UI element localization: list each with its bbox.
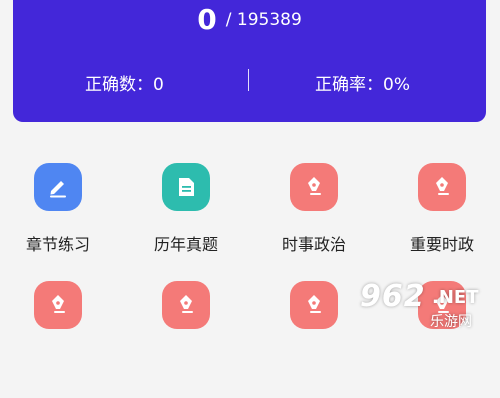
pen-nib-icon [290,163,338,211]
menu-item-label: 历年真题 [128,231,244,255]
pen-nib-icon [418,163,466,211]
pencil-lines-icon [34,163,82,211]
document-icon [162,163,210,211]
total-questions: / 195389 [226,10,302,30]
watermark-brand: 乐游网 [430,311,472,331]
menu-item-label: 重要时政 [384,231,500,255]
menu-item-key-politics[interactable]: 重要时政 [384,160,500,280]
stats-card: 0 / 195389 正确数：0 正确率：0% [13,0,486,122]
pen-nib-icon [34,281,82,329]
menu-item-current-affairs[interactable]: 时事政治 [256,160,384,280]
menu-item-chapter-practice[interactable]: 章节练习 [0,160,128,280]
menu-item-5[interactable] [0,278,128,398]
watermark-suffix: .NET [432,287,478,308]
watermark-number: 962 [360,279,426,314]
correct-rate: 正确率：0% [315,70,410,95]
menu-item-6[interactable] [128,278,256,398]
menu-item-past-exams[interactable]: 历年真题 [128,160,256,280]
pen-nib-icon [162,281,210,329]
progress-counter: 0 / 195389 [13,3,486,36]
stats-divider [248,69,249,91]
menu-item-label: 时事政治 [256,231,372,255]
answered-count: 0 [197,3,216,36]
pen-nib-icon [290,281,338,329]
correct-count: 正确数：0 [85,70,164,95]
site-watermark: 962 .NET 乐游网 [360,277,500,333]
menu-item-label: 章节练习 [0,231,116,255]
